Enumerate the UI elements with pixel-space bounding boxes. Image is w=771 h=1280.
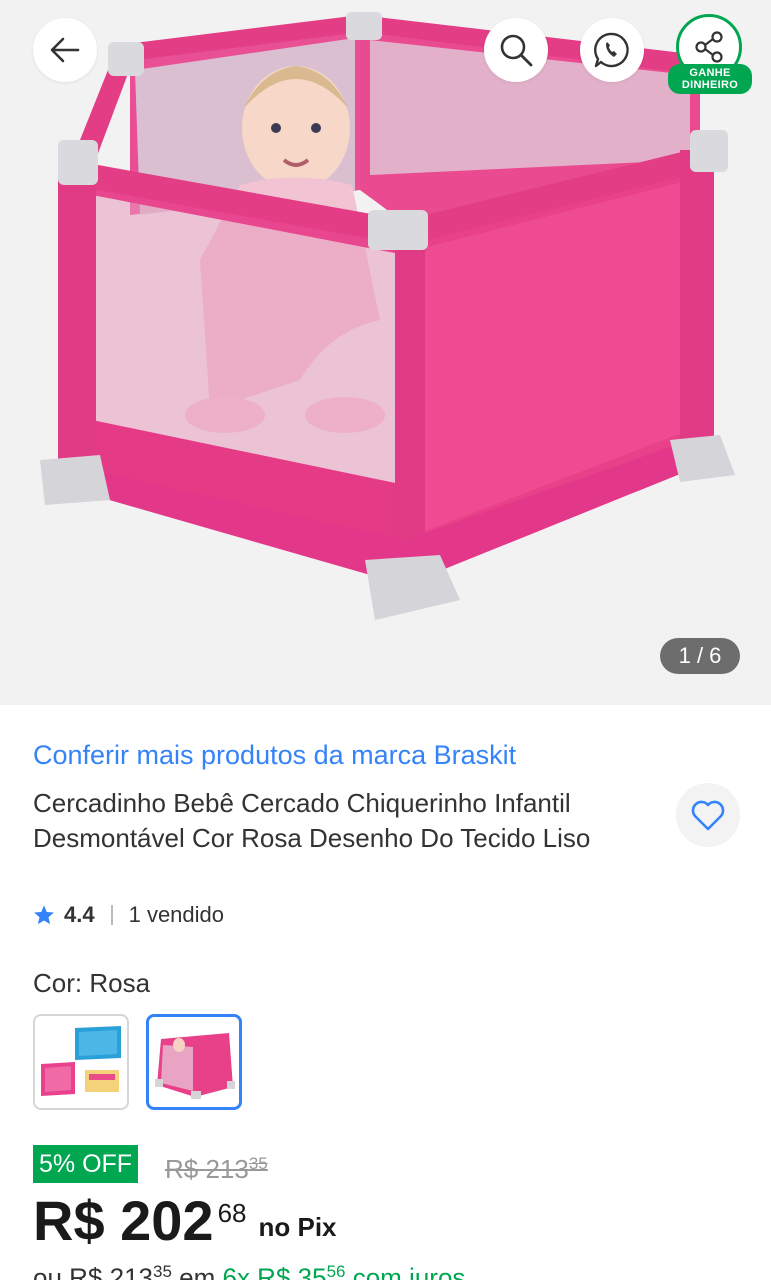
installments-mid: em bbox=[171, 1262, 223, 1280]
product-gallery[interactable]: GANHE DINHEIRO 1 / 6 bbox=[0, 0, 771, 705]
price-amount: R$ 202 bbox=[33, 1189, 214, 1252]
share-earn-button[interactable]: GANHE DINHEIRO bbox=[668, 12, 752, 96]
earn-money-badge: GANHE DINHEIRO bbox=[668, 64, 752, 94]
search-button[interactable] bbox=[484, 18, 548, 82]
installments-value-cents: 56 bbox=[326, 1262, 346, 1280]
sold-count: 1 vendido bbox=[128, 902, 225, 927]
search-icon bbox=[500, 34, 533, 67]
swatch-thumbnail-multi bbox=[41, 1026, 121, 1096]
heart-icon bbox=[691, 800, 725, 831]
back-button[interactable] bbox=[33, 18, 97, 82]
earn-money-line1: GANHE bbox=[689, 67, 731, 79]
installments-suffix: com juros bbox=[345, 1262, 466, 1280]
discount-badge: 5% OFF bbox=[33, 1145, 139, 1183]
old-price-cents: 35 bbox=[248, 1154, 268, 1173]
brand-link[interactable]: Conferir mais produtos da marca Braskit bbox=[33, 740, 516, 771]
current-price: R$ 202 68 no Pix bbox=[33, 1186, 337, 1256]
product-image bbox=[40, 12, 735, 620]
rating-score: 4.4 bbox=[64, 902, 95, 927]
favorite-button[interactable] bbox=[676, 783, 740, 847]
installments-value: 6x R$ 35 bbox=[222, 1262, 327, 1280]
rating-divider bbox=[110, 905, 113, 925]
old-price-amount: R$ 213 bbox=[165, 1154, 249, 1184]
color-value: Rosa bbox=[89, 968, 151, 998]
color-selector-label: Cor: Rosa bbox=[33, 968, 150, 999]
arrow-left-icon bbox=[50, 37, 80, 63]
price-pix-label: no Pix bbox=[258, 1212, 337, 1242]
installments-text[interactable]: ou R$ 21335 em 6x R$ 3556 com juros bbox=[33, 1262, 465, 1280]
earn-money-line2: DINHEIRO bbox=[681, 79, 739, 91]
old-price: R$ 21335 bbox=[165, 1145, 268, 1188]
image-counter: 1 / 6 bbox=[660, 638, 740, 674]
price-cents: 68 bbox=[217, 1198, 247, 1228]
swatch-thumbnail-rosa bbox=[155, 1033, 235, 1099]
installments-prefix: ou R$ 213 bbox=[33, 1262, 153, 1280]
color-label: Cor: bbox=[33, 968, 83, 998]
whatsapp-button[interactable] bbox=[580, 18, 644, 82]
rating-row[interactable]: 4.4 1 vendido bbox=[33, 899, 224, 931]
installments-prefix-cents: 35 bbox=[152, 1262, 172, 1280]
share-icon bbox=[695, 31, 723, 63]
star-icon bbox=[33, 904, 55, 926]
color-swatch-multi[interactable] bbox=[33, 1014, 129, 1110]
color-swatch-rosa[interactable] bbox=[146, 1014, 242, 1110]
whatsapp-icon bbox=[594, 32, 629, 68]
product-title: Cercadinho Bebê Cercado Chiquerinho Infa… bbox=[33, 788, 591, 853]
